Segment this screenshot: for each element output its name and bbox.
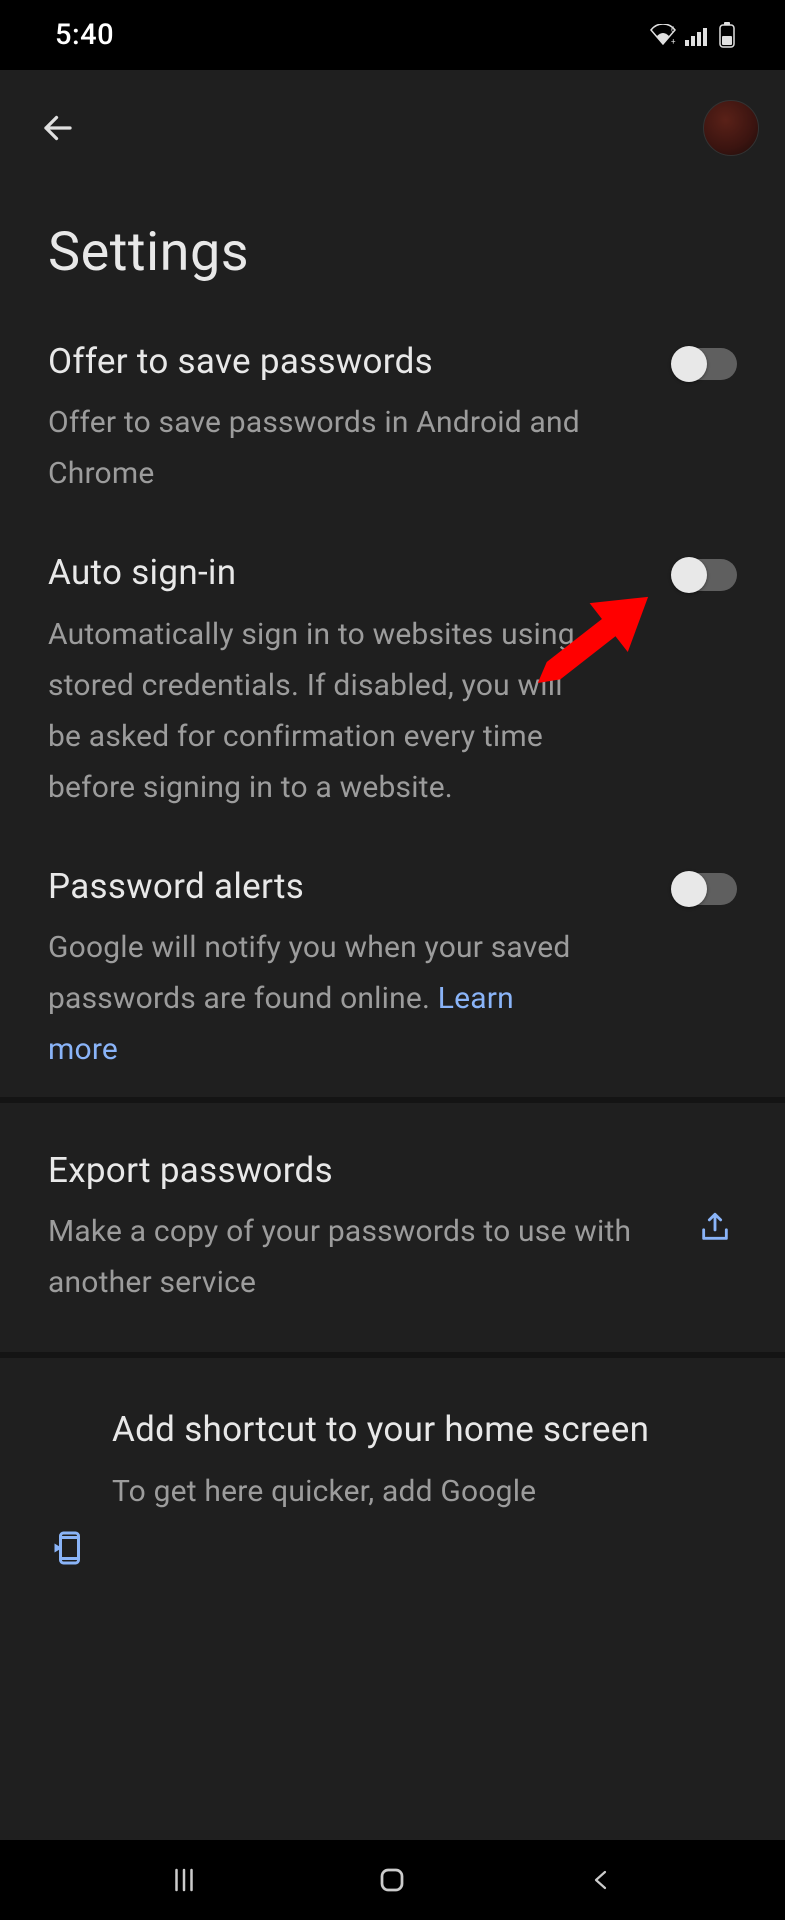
setting-desc: Offer to save passwords in Android and C…	[48, 397, 588, 499]
back-nav-icon	[589, 1865, 613, 1895]
setting-text: Password alerts Google will notify you w…	[48, 863, 673, 1075]
navigation-bar	[0, 1840, 785, 1920]
statusbar-time: 5:40	[55, 18, 114, 52]
export-icon	[698, 1210, 732, 1244]
setting-auto-sign-in[interactable]: Auto sign-in Automatically sign in to we…	[0, 521, 785, 834]
setting-title: Auto sign-in	[48, 549, 653, 596]
recents-button[interactable]	[160, 1856, 208, 1904]
battery-icon	[719, 22, 735, 48]
setting-text: Auto sign-in Automatically sign in to we…	[48, 549, 673, 812]
home-icon	[377, 1865, 407, 1895]
wifi-icon: 6 +	[649, 24, 677, 46]
profile-avatar[interactable]	[703, 100, 759, 156]
statusbar-icons: 6 +	[649, 22, 735, 48]
setting-desc: To get here quicker, add Google	[112, 1466, 745, 1517]
signal-icon	[685, 24, 711, 46]
toggle-offer-to-save-passwords[interactable]	[673, 348, 737, 380]
app-content: Settings Offer to save passwords Offer t…	[0, 70, 785, 1840]
setting-offer-to-save-passwords[interactable]: Offer to save passwords Offer to save pa…	[0, 310, 785, 521]
page-title: Settings	[0, 185, 785, 310]
setting-title: Password alerts	[48, 863, 653, 910]
toggle-knob	[671, 871, 707, 907]
export-button[interactable]	[693, 1205, 737, 1249]
setting-text: Export passwords Make a copy of your pas…	[48, 1147, 693, 1308]
setting-text: Offer to save passwords Offer to save pa…	[48, 338, 673, 499]
setting-export-passwords[interactable]: Export passwords Make a copy of your pas…	[0, 1103, 785, 1352]
setting-title: Add shortcut to your home screen	[112, 1402, 745, 1458]
toggle-knob	[671, 557, 707, 593]
svg-text:+: +	[671, 37, 676, 46]
setting-add-shortcut[interactable]: Add shortcut to your home screen To get …	[0, 1358, 785, 1570]
setting-desc: Google will notify you when your saved p…	[48, 922, 588, 1075]
setting-desc: Automatically sign in to websites using …	[48, 609, 588, 813]
status-bar: 5:40 6 +	[0, 0, 785, 70]
recents-icon	[169, 1865, 199, 1895]
setting-text: Add shortcut to your home screen To get …	[112, 1402, 745, 1517]
svg-text:6: 6	[671, 26, 675, 34]
toggle-auto-sign-in[interactable]	[673, 559, 737, 591]
home-button[interactable]	[368, 1856, 416, 1904]
setting-password-alerts[interactable]: Password alerts Google will notify you w…	[0, 835, 785, 1097]
shortcut-icon-wrap	[50, 1530, 86, 1570]
setting-title: Export passwords	[48, 1147, 673, 1194]
setting-desc: Make a copy of your passwords to use wit…	[48, 1206, 648, 1308]
arrow-left-icon	[40, 110, 76, 146]
back-button[interactable]	[34, 104, 82, 152]
add-to-homescreen-icon	[50, 1530, 86, 1566]
toggle-password-alerts[interactable]	[673, 873, 737, 905]
setting-title: Offer to save passwords	[48, 338, 653, 385]
back-nav-button[interactable]	[577, 1856, 625, 1904]
toggle-knob	[671, 346, 707, 382]
app-header	[0, 70, 785, 185]
